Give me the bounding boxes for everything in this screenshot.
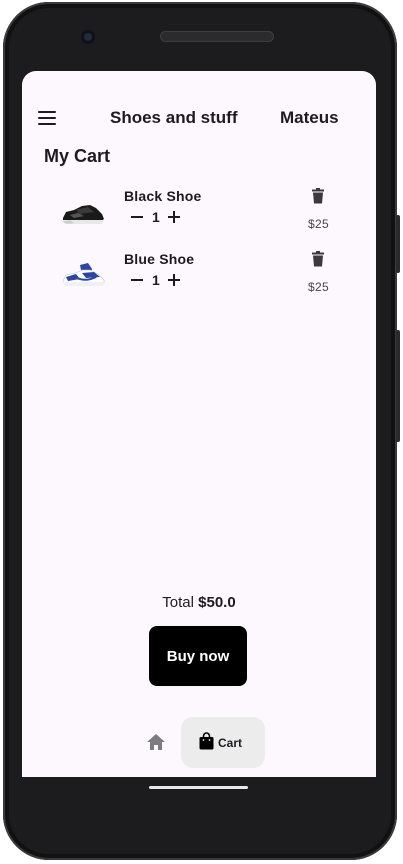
home-icon[interactable] (146, 733, 166, 751)
shopping-bag-icon (199, 732, 214, 750)
nav-cart-tab[interactable]: Cart (181, 717, 265, 768)
item-name: Black Shoe (124, 188, 202, 204)
increase-quantity-button[interactable] (167, 206, 181, 228)
item-quantity: 1 (152, 272, 160, 288)
front-camera (81, 30, 95, 44)
cart-item: Blue Shoe 1 $25 (22, 251, 376, 307)
buy-now-button[interactable]: Buy now (149, 626, 247, 686)
app-title: Shoes and stuff (110, 108, 238, 127)
item-name: Blue Shoe (124, 251, 195, 267)
delete-icon[interactable] (311, 188, 325, 204)
volume-button (396, 330, 400, 442)
hamburger-menu-icon[interactable] (38, 111, 56, 125)
black-sneaker-image (62, 205, 104, 224)
quantity-stepper: 1 (130, 269, 181, 291)
power-button (396, 215, 400, 273)
item-price: $25 (308, 217, 329, 231)
cart-total: Total $50.0 (22, 594, 376, 611)
app-screen: Shoes and stuff Mateus My Cart Black Sho… (22, 71, 376, 777)
total-value: $50.0 (198, 594, 236, 611)
decrease-quantity-button[interactable] (130, 269, 144, 291)
item-price: $25 (308, 280, 329, 294)
nav-cart-label: Cart (218, 736, 243, 750)
quantity-stepper: 1 (130, 206, 181, 228)
increase-quantity-button[interactable] (167, 269, 181, 291)
user-name[interactable]: Mateus (280, 108, 339, 128)
decrease-quantity-button[interactable] (130, 206, 144, 228)
home-indicator[interactable] (149, 786, 248, 789)
blue-sneaker-image (62, 263, 105, 286)
item-quantity: 1 (152, 209, 160, 225)
cart-heading: My Cart (44, 146, 111, 166)
total-label: Total (162, 594, 194, 611)
earpiece-speaker (160, 31, 274, 42)
cart-item: Black Shoe 1 $25 (22, 188, 376, 244)
delete-icon[interactable] (311, 251, 325, 267)
